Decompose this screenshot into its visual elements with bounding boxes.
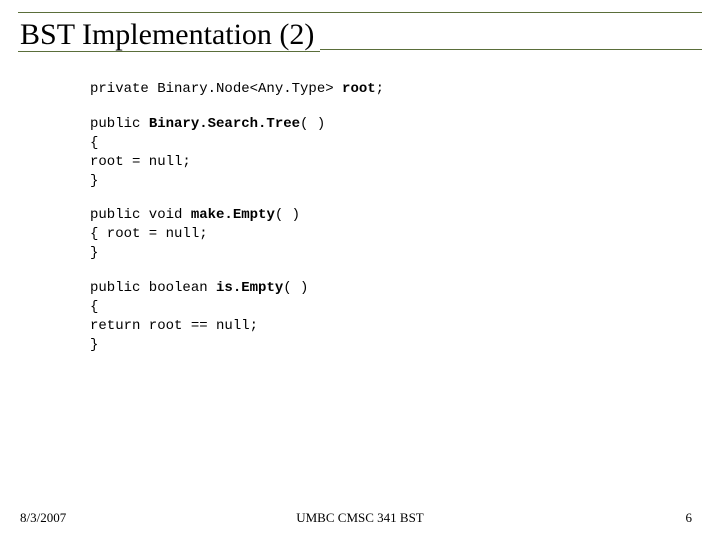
code-text: ; — [376, 81, 384, 97]
title-rule-extension — [320, 49, 702, 50]
title-area: BST Implementation (2) — [18, 12, 702, 52]
code-block-isempty: public boolean is.Empty( ) { return root… — [90, 279, 680, 355]
code-text: } — [90, 173, 98, 189]
code-text: { — [90, 299, 98, 315]
code-bold: Binary.Search.Tree — [149, 116, 300, 132]
code-text: ( ) — [283, 280, 308, 296]
title-line: BST Implementation (2) — [18, 15, 702, 52]
footer: 8/3/2007 UMBC CMSC 341 BST 6 — [0, 508, 720, 526]
top-rule — [18, 12, 702, 13]
code-block-makeempty: public void make.Empty( ) { root = null;… — [90, 206, 680, 263]
code-line-root-decl: private Binary.Node<Any.Type> root; — [90, 80, 680, 99]
code-text: public boolean — [90, 280, 216, 296]
code-text: } — [90, 245, 98, 261]
footer-center: UMBC CMSC 341 BST — [0, 510, 720, 526]
code-text: ( ) — [300, 116, 325, 132]
code-text: public — [90, 116, 149, 132]
code-text: public void — [90, 207, 191, 223]
code-bold: make.Empty — [191, 207, 275, 223]
code-block-constructor: public Binary.Search.Tree( ) { root = nu… — [90, 115, 680, 191]
code-text: { root = null; — [90, 226, 208, 242]
code-text: root = null; — [90, 154, 191, 170]
code-bold: root — [342, 81, 376, 97]
code-body: private Binary.Node<Any.Type> root; publ… — [90, 80, 680, 371]
footer-page-number: 6 — [686, 510, 693, 526]
code-bold: is.Empty — [216, 280, 283, 296]
code-text: return root == null; — [90, 318, 258, 334]
code-text: { — [90, 135, 98, 151]
code-text: ( ) — [275, 207, 300, 223]
code-text: private Binary.Node<Any.Type> — [90, 81, 342, 97]
code-text: } — [90, 337, 98, 353]
page-title: BST Implementation (2) — [18, 15, 320, 52]
